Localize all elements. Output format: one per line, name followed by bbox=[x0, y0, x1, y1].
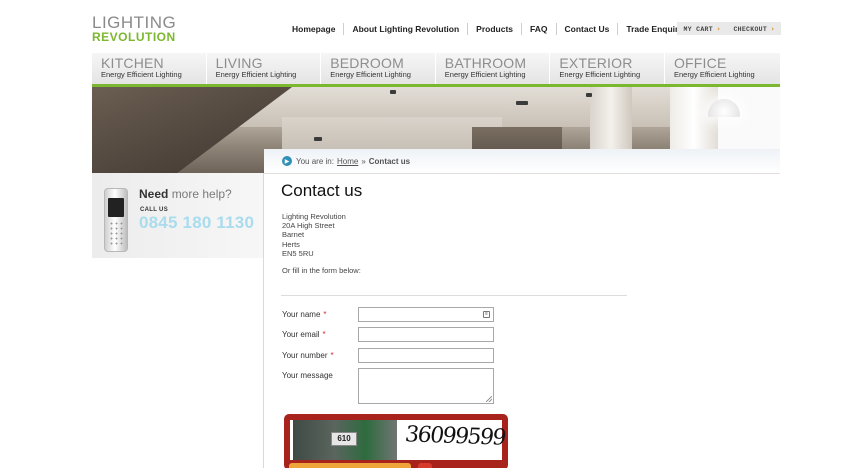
address-line: Barnet bbox=[282, 230, 305, 240]
form-intro-text: Or fill in the form below: bbox=[282, 266, 361, 275]
checkout-label: CHECKOUT bbox=[733, 25, 768, 33]
category-name: KITCHEN bbox=[101, 55, 164, 71]
chevron-right-icon: › bbox=[717, 24, 721, 33]
name-label: Your name * bbox=[282, 310, 327, 319]
hero-sloped-ceiling bbox=[92, 87, 292, 173]
category-name: EXTERIOR bbox=[559, 55, 633, 71]
name-field[interactable]: ≡ bbox=[358, 307, 494, 322]
nav-faq[interactable]: FAQ bbox=[522, 23, 557, 35]
hero-spotlight bbox=[390, 90, 396, 94]
category-office[interactable]: OFFICE Energy Efficient Lighting bbox=[665, 53, 780, 84]
my-cart-link[interactable]: MY CART › bbox=[684, 25, 721, 33]
my-cart-label: MY CART bbox=[683, 25, 713, 33]
address-line: EN5 5RU bbox=[282, 248, 314, 258]
phone-screen bbox=[108, 198, 124, 217]
captcha-image: 610 36099599 bbox=[290, 420, 507, 460]
site-logo[interactable]: LIGHTING REVOLUTION bbox=[92, 14, 182, 43]
required-mark: * bbox=[323, 310, 327, 319]
category-subtitle: Energy Efficient Lighting bbox=[215, 70, 297, 79]
category-menu: KITCHEN Energy Efficient Lighting LIVING… bbox=[92, 53, 780, 84]
logo-line-1: LIGHTING bbox=[92, 13, 177, 32]
cart-bar: MY CART › CHECKOUT › bbox=[677, 22, 781, 35]
divider bbox=[281, 295, 627, 296]
category-living[interactable]: LIVING Energy Efficient Lighting bbox=[207, 53, 322, 84]
breadcrumb-home-link[interactable]: Home bbox=[337, 157, 358, 166]
category-subtitle: Energy Efficient Lighting bbox=[673, 70, 755, 79]
mobile-phone-icon bbox=[104, 188, 128, 252]
top-navigation: Homepage About Lighting Revolution Produ… bbox=[284, 22, 698, 36]
captcha-widget: 610 36099599 bbox=[284, 414, 508, 468]
need-help-bold: Need bbox=[139, 187, 169, 201]
captcha-distorted-text: 36099599 bbox=[403, 422, 507, 451]
hero-spotlight bbox=[586, 93, 592, 97]
required-mark: * bbox=[330, 351, 334, 360]
captcha-refresh-button[interactable] bbox=[418, 463, 432, 468]
address-line: Herts bbox=[282, 239, 300, 249]
message-label: Your message bbox=[282, 371, 333, 380]
number-label: Your number * bbox=[282, 351, 334, 360]
category-name: OFFICE bbox=[673, 55, 727, 71]
captcha-house-number: 610 bbox=[331, 432, 357, 446]
category-subtitle: Energy Efficient Lighting bbox=[559, 70, 641, 79]
category-name: LIVING bbox=[215, 55, 263, 71]
name-label-text: Your name bbox=[282, 310, 321, 319]
chevron-right-icon: › bbox=[771, 24, 775, 33]
nav-contact-us[interactable]: Contact Us bbox=[557, 23, 619, 35]
logo-line-2: REVOLUTION bbox=[92, 30, 176, 44]
category-subtitle: Energy Efficient Lighting bbox=[330, 70, 411, 79]
email-field[interactable] bbox=[358, 327, 494, 342]
email-label-text: Your email bbox=[282, 330, 320, 339]
address-line: Lighting Revolution bbox=[282, 212, 346, 221]
phone-number: 0845 180 1130 bbox=[139, 213, 255, 232]
breadcrumb-separator: » bbox=[361, 156, 366, 166]
category-bedroom[interactable]: BEDROOM Energy Efficient Lighting bbox=[321, 53, 436, 84]
breadcrumb-current: Contact us bbox=[368, 156, 411, 166]
nav-homepage[interactable]: Homepage bbox=[284, 23, 345, 35]
category-name: BATHROOM bbox=[444, 55, 527, 71]
category-exterior[interactable]: EXTERIOR Energy Efficient Lighting bbox=[550, 53, 665, 84]
sidebar-divider bbox=[263, 173, 264, 468]
category-kitchen[interactable]: KITCHEN Energy Efficient Lighting bbox=[92, 53, 207, 84]
email-label: Your email * bbox=[282, 330, 326, 339]
category-subtitle: Energy Efficient Lighting bbox=[101, 70, 182, 79]
breadcrumb-prefix: You are in: bbox=[296, 156, 334, 166]
checkout-link[interactable]: CHECKOUT › bbox=[733, 25, 774, 33]
resize-handle-icon[interactable] bbox=[486, 396, 492, 402]
nav-about[interactable]: About Lighting Revolution bbox=[344, 23, 469, 35]
arrow-right-circle-icon: ▶ bbox=[282, 156, 292, 166]
need-help-heading: Need more help? bbox=[139, 187, 232, 201]
category-name: BEDROOM bbox=[330, 55, 404, 71]
autofill-icon[interactable]: ≡ bbox=[483, 311, 490, 318]
message-textarea[interactable] bbox=[358, 368, 494, 404]
page-title: Contact us bbox=[281, 181, 363, 200]
number-field[interactable] bbox=[358, 348, 494, 363]
contact-address: Lighting Revolution 20A High Street Barn… bbox=[282, 212, 346, 258]
hero-spotlight bbox=[516, 101, 528, 105]
nav-products[interactable]: Products bbox=[468, 23, 523, 35]
captcha-photo: 610 bbox=[293, 420, 397, 460]
hero-spotlight bbox=[314, 137, 322, 141]
category-subtitle: Energy Efficient Lighting bbox=[444, 70, 526, 79]
need-help-rest: more help? bbox=[171, 187, 232, 201]
required-mark: * bbox=[322, 330, 326, 339]
breadcrumb: You are in: Home » Contact us bbox=[264, 149, 780, 174]
captcha-input[interactable] bbox=[289, 463, 411, 468]
number-label-text: Your number bbox=[282, 351, 328, 360]
address-line: 20A High Street bbox=[282, 221, 335, 231]
category-bathroom[interactable]: BATHROOM Energy Efficient Lighting bbox=[436, 53, 551, 84]
phone-keypad bbox=[109, 221, 124, 247]
